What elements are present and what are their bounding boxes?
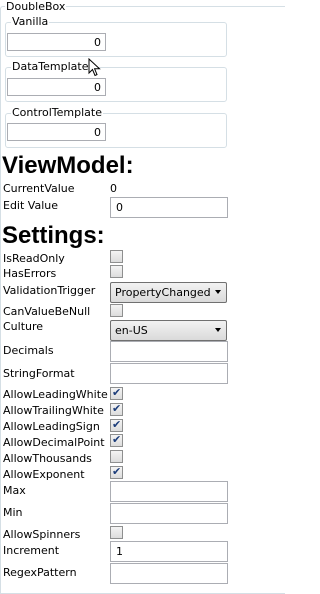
decimals-label: Decimals bbox=[3, 344, 54, 357]
allow-trailing-white-label: AllowTrailingWhite bbox=[3, 404, 104, 417]
string-format-label: StringFormat bbox=[3, 367, 75, 380]
allow-leading-sign-checkbox[interactable]: ✔ bbox=[110, 418, 123, 432]
validation-trigger-label: ValidationTrigger bbox=[3, 284, 96, 297]
allow-decimal-point-checkbox[interactable]: ✔ bbox=[110, 433, 123, 447]
validation-trigger-select[interactable]: PropertyChanged bbox=[110, 282, 227, 303]
allow-spinners-checkbox[interactable] bbox=[110, 526, 123, 539]
culture-value: en-US bbox=[115, 324, 148, 337]
checkmark-icon: ✔ bbox=[112, 433, 122, 446]
edit-value-input[interactable]: 0 bbox=[110, 197, 228, 218]
viewmodel-heading: ViewModel: bbox=[2, 152, 134, 179]
allow-leading-sign-label: AllowLeadingSign bbox=[3, 420, 100, 433]
datatemplate-doublebox[interactable]: 0 bbox=[7, 78, 106, 96]
is-read-only-checkbox[interactable] bbox=[110, 250, 123, 263]
chevron-down-icon bbox=[215, 328, 221, 332]
allow-thousands-label: AllowThousands bbox=[3, 452, 92, 465]
mouse-pointer-icon bbox=[88, 58, 101, 77]
culture-select[interactable]: en-US bbox=[110, 320, 227, 341]
checkmark-icon: ✔ bbox=[112, 386, 122, 399]
allow-leading-white-checkbox[interactable]: ✔ bbox=[110, 386, 123, 400]
decimals-input[interactable] bbox=[110, 341, 228, 362]
datatemplate-title: DataTemplate bbox=[11, 60, 90, 73]
checkmark-icon: ✔ bbox=[112, 402, 122, 415]
settings-heading: Settings: bbox=[2, 222, 105, 249]
allow-leading-white-label: AllowLeadingWhite bbox=[3, 388, 108, 401]
max-label: Max bbox=[3, 484, 26, 497]
doublebox-title: DoubleBox bbox=[5, 0, 67, 13]
allow-exponent-label: AllowExponent bbox=[3, 468, 85, 481]
has-errors-label: HasErrors bbox=[3, 267, 57, 280]
current-value-label: CurrentValue bbox=[3, 182, 75, 195]
chevron-down-icon bbox=[215, 290, 221, 294]
controltemplate-title: ControlTemplate bbox=[11, 106, 103, 119]
regex-pattern-input[interactable] bbox=[110, 563, 228, 584]
vanilla-doublebox[interactable]: 0 bbox=[7, 33, 106, 51]
min-label: Min bbox=[3, 506, 23, 519]
checkmark-icon: ✔ bbox=[112, 418, 122, 431]
regex-pattern-label: RegexPattern bbox=[3, 566, 77, 579]
min-input[interactable] bbox=[110, 503, 228, 524]
edit-value-label: Edit Value bbox=[3, 199, 59, 212]
string-format-input[interactable] bbox=[110, 363, 228, 384]
controltemplate-doublebox[interactable]: 0 bbox=[7, 123, 106, 141]
allow-decimal-point-label: AllowDecimalPoint bbox=[3, 436, 105, 449]
increment-input[interactable]: 1 bbox=[110, 541, 228, 562]
is-read-only-label: IsReadOnly bbox=[3, 252, 65, 265]
checkmark-icon: ✔ bbox=[112, 465, 122, 478]
allow-trailing-white-checkbox[interactable]: ✔ bbox=[110, 402, 123, 416]
validation-trigger-value: PropertyChanged bbox=[115, 286, 211, 299]
allow-spinners-label: AllowSpinners bbox=[3, 528, 81, 541]
has-errors-checkbox[interactable] bbox=[110, 265, 123, 278]
max-input[interactable] bbox=[110, 481, 228, 502]
vanilla-title: Vanilla bbox=[11, 15, 50, 28]
culture-label: Culture bbox=[3, 320, 44, 333]
can-value-be-null-checkbox[interactable] bbox=[110, 304, 123, 317]
increment-label: Increment bbox=[3, 544, 60, 557]
allow-thousands-checkbox[interactable] bbox=[110, 450, 123, 463]
can-value-be-null-label: CanValueBeNull bbox=[3, 305, 91, 318]
current-value: 0 bbox=[110, 182, 117, 195]
allow-exponent-checkbox[interactable]: ✔ bbox=[110, 465, 123, 479]
